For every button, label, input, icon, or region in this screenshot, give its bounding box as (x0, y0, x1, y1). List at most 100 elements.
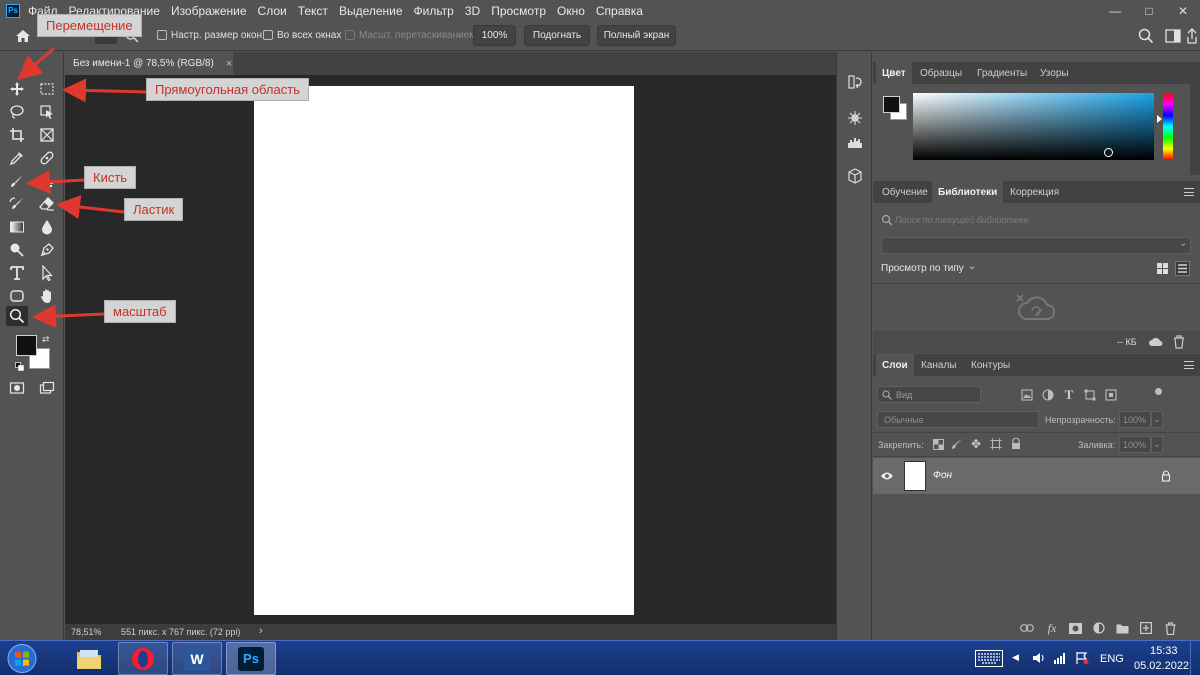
taskbar-explorer[interactable] (64, 642, 114, 675)
filter-shape-icon[interactable] (1083, 388, 1097, 402)
home-icon[interactable] (14, 27, 32, 45)
fill-screen-button[interactable]: Полный экран (597, 25, 676, 46)
share-icon[interactable] (1186, 27, 1198, 45)
opacity-input[interactable]: 100% (1119, 411, 1151, 428)
scrubby-zoom-checkbox[interactable] (345, 30, 355, 40)
fit-screen-button[interactable]: Подогнать (524, 25, 590, 46)
library-search-input[interactable]: Поиск по текущей библиотеке (895, 215, 1028, 225)
default-colors-icon[interactable] (15, 362, 24, 371)
tab-paths[interactable]: Контуры (965, 354, 1016, 376)
move-tool[interactable] (6, 79, 28, 99)
tray-expand-icon[interactable]: ◀ (1012, 652, 1019, 663)
menu-3d[interactable]: 3D (465, 4, 480, 18)
menu-image[interactable]: Изображение (171, 4, 247, 18)
history-icon[interactable] (847, 74, 863, 90)
filter-toggle-icon[interactable] (1155, 388, 1162, 395)
swap-colors-icon[interactable]: ⇄ (42, 334, 52, 344)
lock-all-icon[interactable] (1009, 437, 1023, 451)
opacity-chevron-icon[interactable]: ⌄ (1151, 411, 1163, 428)
lock-position-icon[interactable]: ✥ (969, 437, 983, 451)
menu-window[interactable]: Окно (557, 4, 585, 18)
view-by-type-dropdown[interactable]: Просмотр по типу (881, 263, 964, 274)
color-panel-scrollbar[interactable] (1190, 62, 1200, 175)
volume-icon[interactable] (1032, 651, 1046, 665)
tab-libraries[interactable]: Библиотеки (932, 181, 1004, 203)
resize-windows-checkbox[interactable] (157, 30, 167, 40)
add-mask-icon[interactable] (1068, 621, 1082, 635)
taskbar-opera[interactable] (118, 642, 168, 675)
tab-adjustments[interactable]: Коррекция (1004, 181, 1065, 203)
frame-tool[interactable] (36, 125, 58, 145)
path-selection-tool[interactable] (36, 263, 58, 283)
3d-panel-icon[interactable] (847, 168, 863, 184)
blur-tool[interactable] (36, 217, 58, 237)
dodge-tool[interactable] (6, 240, 28, 260)
menu-help[interactable]: Справка (596, 4, 643, 18)
taskbar-photoshop[interactable]: Ps (226, 642, 276, 675)
library-trash-icon[interactable] (1173, 335, 1185, 349)
blend-mode-dropdown[interactable]: Обычные (877, 411, 1039, 428)
close-tab-icon[interactable]: × (226, 58, 232, 70)
color-picker-cursor[interactable] (1104, 148, 1113, 157)
tab-channels[interactable]: Каналы (915, 354, 963, 376)
layer-name[interactable]: Фон (933, 470, 952, 481)
canvas-area[interactable] (65, 75, 836, 624)
properties-icon[interactable] (847, 110, 863, 126)
document-tab[interactable]: Без имени-1 @ 78,5% (RGB/8) × (65, 52, 233, 75)
layer-row[interactable]: Фон (873, 458, 1200, 494)
new-layer-icon[interactable] (1139, 621, 1153, 635)
eraser-tool[interactable] (36, 194, 58, 214)
grid-view-icon[interactable] (1157, 263, 1168, 274)
link-layers-icon[interactable] (1020, 621, 1034, 635)
tab-color[interactable]: Цвет (876, 62, 912, 84)
menu-view[interactable]: Просмотр (491, 4, 546, 18)
maximize-button[interactable]: □ (1132, 0, 1166, 21)
hue-slider[interactable] (1163, 93, 1173, 160)
gradient-tool[interactable] (6, 217, 28, 237)
layer-visibility-eye-icon[interactable] (880, 470, 894, 482)
pen-tool[interactable] (36, 240, 58, 260)
lasso-tool[interactable] (6, 102, 28, 122)
filter-adjustment-icon[interactable] (1041, 388, 1055, 402)
status-menu-arrow[interactable]: › (259, 625, 263, 637)
marquee-tool[interactable] (36, 79, 58, 99)
language-indicator[interactable]: ENG (1100, 653, 1124, 665)
list-view-icon[interactable] (1175, 261, 1190, 276)
clock-date[interactable]: 05.02.2022 (1134, 660, 1189, 672)
lock-transparent-pixels-icon[interactable] (931, 437, 945, 451)
menu-layers[interactable]: Слои (258, 4, 287, 18)
object-selection-tool[interactable] (36, 102, 58, 122)
network-icon[interactable] (1053, 651, 1067, 665)
crop-tool[interactable] (6, 125, 28, 145)
menu-select[interactable]: Выделение (339, 4, 403, 18)
filter-pixel-icon[interactable] (1020, 388, 1034, 402)
menu-filter[interactable]: Фильтр (414, 4, 454, 18)
search-icon[interactable] (1138, 28, 1154, 44)
layers-panel-menu-icon[interactable] (1184, 361, 1194, 369)
action-center-flag-icon[interactable] (1075, 651, 1089, 665)
histogram-icon[interactable] (847, 134, 863, 150)
rectangle-tool[interactable] (6, 286, 28, 306)
tab-learn[interactable]: Обучение (876, 181, 934, 203)
filter-type-icon[interactable]: T (1062, 387, 1076, 402)
clone-stamp-tool[interactable] (36, 171, 58, 191)
filter-smart-object-icon[interactable] (1104, 388, 1118, 402)
color-panel-foreground[interactable] (883, 96, 900, 113)
cloud-sync-icon[interactable] (1149, 335, 1163, 349)
show-desktop-button[interactable] (1190, 641, 1200, 675)
tab-swatches[interactable]: Образцы (914, 62, 968, 84)
new-adjustment-layer-icon[interactable] (1092, 621, 1106, 635)
tab-gradients[interactable]: Градиенты (971, 62, 1033, 84)
clock-time[interactable]: 15:33 (1150, 645, 1178, 657)
layer-filter-dropdown[interactable]: Вид (877, 386, 981, 403)
taskbar-word[interactable]: W (172, 642, 222, 675)
tab-patterns[interactable]: Узоры (1034, 62, 1075, 84)
quick-mask-icon[interactable] (6, 378, 28, 398)
fill-input[interactable]: 100% (1119, 436, 1151, 453)
screen-mode-icon[interactable] (36, 378, 58, 398)
brush-tool[interactable] (6, 171, 28, 191)
zoom-tool[interactable] (6, 306, 28, 326)
menu-type[interactable]: Текст (298, 4, 328, 18)
all-windows-checkbox[interactable] (263, 30, 273, 40)
new-group-icon[interactable] (1115, 621, 1129, 635)
